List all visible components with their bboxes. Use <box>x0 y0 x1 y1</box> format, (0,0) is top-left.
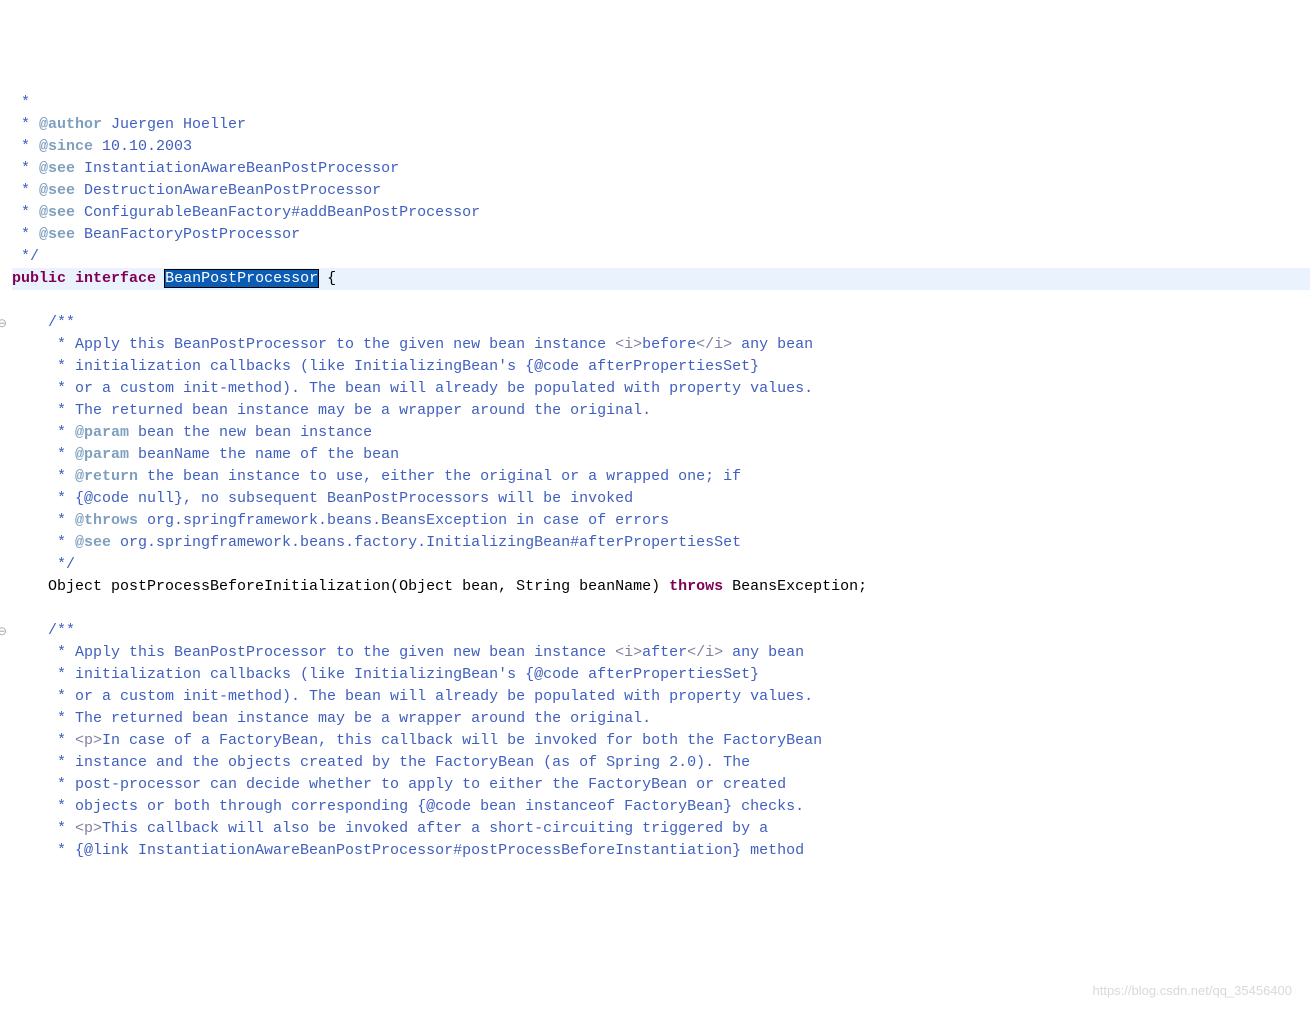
javadoc-tag-see: @see <box>39 182 75 199</box>
html-tag: <p> <box>75 732 102 749</box>
javadoc-param-name: beanName <box>129 446 210 463</box>
javadoc-start: /** <box>12 314 75 331</box>
brace: { <box>318 270 336 287</box>
html-tag: <p> <box>75 820 102 837</box>
comment-delim: * <box>12 468 75 485</box>
javadoc-text: the name of the bean <box>210 446 399 463</box>
javadoc-text: * The returned bean instance may be a wr… <box>12 710 651 727</box>
javadoc-text: * initialization callbacks (like Initial… <box>12 358 759 375</box>
code-editor[interactable]: * * @author Juergen Hoeller * @since 10.… <box>12 92 1310 862</box>
javadoc-text: 10.10.2003 <box>93 138 192 155</box>
fold-marker-icon[interactable]: ⊖ <box>0 620 7 642</box>
javadoc-text: * or a custom init-method). The bean wil… <box>12 688 813 705</box>
javadoc-text: before <box>642 336 696 353</box>
javadoc-link: DestructionAwareBeanPostProcessor <box>75 182 381 199</box>
javadoc-text: * instance and the objects created by th… <box>12 754 750 771</box>
javadoc-text: In case of a FactoryBean, this callback … <box>102 732 822 749</box>
javadoc-tag-see: @see <box>39 204 75 221</box>
comment-delim: * <box>12 160 39 177</box>
html-tag: <i> <box>615 644 642 661</box>
javadoc-link: InstantiationAwareBeanPostProcessor <box>75 160 399 177</box>
type-name-selected[interactable]: BeanPostProcessor <box>165 270 318 287</box>
keyword-throws: throws <box>669 578 723 595</box>
method-signature: Object postProcessBeforeInitialization(O… <box>12 578 669 595</box>
javadoc-tag-param: @param <box>75 446 129 463</box>
comment-delim: * <box>12 424 75 441</box>
highlighted-line: public interface BeanPostProcessor { <box>12 268 1310 290</box>
javadoc-tag-see: @see <box>75 534 111 551</box>
comment-delim: * <box>12 226 39 243</box>
comment-delim: * <box>12 512 75 529</box>
javadoc-text: Juergen Hoeller <box>102 116 246 133</box>
javadoc-text: * objects or both through corresponding … <box>12 798 804 815</box>
javadoc-text: after <box>642 644 687 661</box>
javadoc-tag-see: @see <box>39 160 75 177</box>
javadoc-text: * initialization callbacks (like Initial… <box>12 666 759 683</box>
comment-delim: * <box>12 534 75 551</box>
javadoc-text: org.springframework.beans.BeansException… <box>138 512 669 529</box>
javadoc-end: */ <box>12 556 75 573</box>
javadoc-tag-author: @author <box>39 116 102 133</box>
watermark-text: https://blog.csdn.net/qq_35456400 <box>1093 980 1293 1002</box>
comment-delim: * <box>12 116 39 133</box>
javadoc-start: /** <box>12 622 75 639</box>
keyword-interface: interface <box>75 270 156 287</box>
javadoc-text: * The returned bean instance may be a wr… <box>12 402 651 419</box>
javadoc-text: * post-processor can decide whether to a… <box>12 776 786 793</box>
javadoc-text: * {@code null}, no subsequent BeanPostPr… <box>12 490 633 507</box>
keyword-public: public <box>12 270 66 287</box>
javadoc-text: This callback will also be invoked after… <box>102 820 768 837</box>
exception-type: BeansException; <box>723 578 867 595</box>
javadoc-text: any bean <box>723 644 804 661</box>
javadoc-text: the new bean instance <box>174 424 372 441</box>
fold-marker-icon[interactable]: ⊖ <box>0 312 7 334</box>
comment-delim: * <box>12 820 75 837</box>
javadoc-link: BeanFactoryPostProcessor <box>75 226 300 243</box>
html-tag: <i> <box>615 336 642 353</box>
javadoc-tag-param: @param <box>75 424 129 441</box>
javadoc-tag-throws: @throws <box>75 512 138 529</box>
javadoc-text: * Apply this BeanPostProcessor to the gi… <box>12 644 615 661</box>
comment-delim: * <box>12 182 39 199</box>
comment-delim: * <box>12 446 75 463</box>
javadoc-link: org.springframework.beans.factory.Initia… <box>111 534 741 551</box>
html-tag: </i> <box>696 336 732 353</box>
javadoc-tag-since: @since <box>39 138 93 155</box>
comment-delim: * <box>12 138 39 155</box>
javadoc-text: * {@link InstantiationAwareBeanPostProce… <box>12 842 804 859</box>
javadoc-text: * Apply this BeanPostProcessor to the gi… <box>12 336 615 353</box>
javadoc-text: * or a custom init-method). The bean wil… <box>12 380 813 397</box>
javadoc-param-name: bean <box>129 424 174 441</box>
comment-delim: * <box>12 204 39 221</box>
javadoc-tag-see: @see <box>39 226 75 243</box>
code-line: * <box>12 94 30 111</box>
javadoc-text: the bean instance to use, either the ori… <box>138 468 741 485</box>
javadoc-link: ConfigurableBeanFactory#addBeanPostProce… <box>75 204 480 221</box>
html-tag: </i> <box>687 644 723 661</box>
comment-delim: * <box>12 732 75 749</box>
javadoc-text: any bean <box>732 336 813 353</box>
javadoc-tag-return: @return <box>75 468 138 485</box>
comment-delim: */ <box>12 248 39 265</box>
